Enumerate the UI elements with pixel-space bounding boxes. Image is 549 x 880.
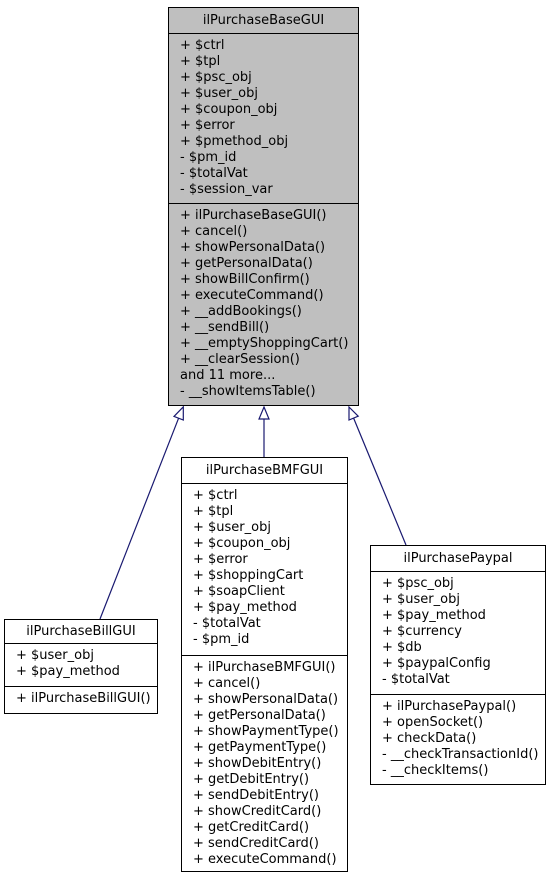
- attribute: + $pmethod_obj: [180, 134, 289, 149]
- attribute: + $pay_method: [193, 600, 297, 615]
- attribute: + $paypalConfig: [382, 656, 491, 671]
- method: - __checkItems(): [382, 763, 489, 778]
- edge-line: [353, 417, 407, 546]
- edge-line: [99, 417, 180, 620]
- attribute: + $soapClient: [193, 584, 285, 599]
- method: + showDebitEntry(): [193, 756, 322, 771]
- class-node-ilpurchasebasegui[interactable]: ilPurchaseBaseGUI + $ctrl + $tpl + $psc_ob…: [168, 7, 359, 406]
- method: + __emptyShoppingCart(): [180, 336, 349, 351]
- attributes-compartment: + $psc_obj + $user_obj + $pay_method + $cur…: [371, 572, 545, 695]
- method: + cancel(): [193, 676, 261, 691]
- method: + __clearSession(): [180, 352, 300, 367]
- attribute: + $ctrl: [193, 488, 238, 503]
- attribute: + $shoppingCart: [193, 568, 304, 583]
- method: + checkData(): [382, 731, 477, 746]
- attribute: - $totalVat: [193, 616, 261, 631]
- attribute: - $pm_id: [193, 632, 250, 647]
- hollow-arrowhead-icon: [258, 405, 270, 420]
- attributes-compartment: + $ctrl + $tpl + $psc_obj + $user_obj + $cou…: [169, 34, 358, 204]
- methods-compartment: + ilPurchaseBaseGUI() + cancel() + showPer…: [169, 204, 358, 405]
- method: + getDebitEntry(): [193, 772, 310, 787]
- method: + getCreditCard(): [193, 820, 310, 835]
- class-name: ilPurchaseBaseGUI: [169, 8, 358, 34]
- method: + showBillConfirm(): [180, 272, 310, 287]
- methods-compartment: + ilPurchaseBillGUI(): [5, 687, 157, 713]
- method: + cancel(): [180, 224, 248, 239]
- attribute: + $pay_method: [16, 664, 120, 679]
- method: + getPaymentType(): [193, 740, 327, 755]
- edge-bmf-to-base: [258, 405, 270, 457]
- method: + sendDebitEntry(): [193, 788, 319, 803]
- method: and 11 more...: [180, 368, 276, 383]
- attribute: + $user_obj: [382, 592, 460, 607]
- class-node-ilpurchasepaypal[interactable]: ilPurchasePaypal + $psc_obj + $user_obj + …: [370, 545, 546, 785]
- method: - __showItemsTable(): [180, 384, 316, 399]
- attribute: + $user_obj: [180, 86, 258, 101]
- class-name: ilPurchasePaypal: [371, 546, 545, 572]
- attributes-compartment: + $user_obj + $pay_method: [5, 644, 157, 687]
- method: + showPaymentType(): [193, 724, 339, 739]
- method: + showCreditCard(): [193, 804, 322, 819]
- method: + executeCommand(): [193, 852, 337, 867]
- attribute: - $totalVat: [382, 672, 450, 687]
- attribute: + $coupon_obj: [180, 102, 278, 117]
- method: + showPersonalData(): [180, 240, 326, 255]
- attribute: + $db: [382, 640, 422, 655]
- attributes-compartment: + $ctrl + $tpl + $user_obj + $coupon_obj + $…: [182, 484, 347, 656]
- attribute: + $tpl: [180, 54, 221, 69]
- attribute: + $psc_obj: [382, 576, 454, 591]
- method: + __sendBill(): [180, 320, 270, 335]
- attribute: - $pm_id: [180, 150, 237, 165]
- attribute: + $user_obj: [16, 648, 94, 663]
- attribute: + $ctrl: [180, 38, 225, 53]
- method: - __checkTransactionId(): [382, 747, 539, 762]
- class-node-ilpurchasebillgui[interactable]: ilPurchaseBillGUI + $user_obj + $pay_meth…: [4, 619, 158, 714]
- attribute: + $error: [180, 118, 235, 133]
- method: + sendCreditCard(): [193, 836, 319, 851]
- method: + getPersonalData(): [180, 256, 313, 271]
- attribute: + $tpl: [193, 504, 234, 519]
- attribute: + $user_obj: [193, 520, 271, 535]
- attribute: - $session_var: [180, 182, 273, 197]
- methods-compartment: + ilPurchaseBMFGUI() + cancel() + showPers…: [182, 656, 347, 871]
- attribute: + $coupon_obj: [193, 536, 291, 551]
- method: + getPersonalData(): [193, 708, 326, 723]
- class-inheritance-diagram: ilPurchaseBaseGUI + $ctrl + $tpl + $psc_ob…: [0, 0, 549, 880]
- attribute: + $currency: [382, 624, 462, 639]
- class-name: ilPurchaseBMFGUI: [182, 458, 347, 484]
- hollow-arrowhead-icon: [348, 405, 360, 421]
- method: + ilPurchaseBaseGUI(): [180, 208, 327, 223]
- edge-paypal-to-base: [348, 405, 407, 546]
- method: + __addBookings(): [180, 304, 302, 319]
- method: + ilPurchaseBillGUI(): [16, 691, 151, 706]
- attribute: + $error: [193, 552, 248, 567]
- method: + showPersonalData(): [193, 692, 339, 707]
- class-name: ilPurchaseBillGUI: [5, 620, 157, 644]
- attribute: + $psc_obj: [180, 70, 252, 85]
- edge-bill-to-base: [99, 405, 184, 620]
- class-node-ilpurchasebmfgui[interactable]: ilPurchaseBMFGUI + $ctrl + $tpl + $user_ob…: [181, 457, 348, 872]
- method: + openSocket(): [382, 715, 484, 730]
- attribute: + $pay_method: [382, 608, 486, 623]
- attribute: - $totalVat: [180, 166, 248, 181]
- method: + ilPurchasePaypal(): [382, 699, 517, 714]
- method: + executeCommand(): [180, 288, 324, 303]
- method: + ilPurchaseBMFGUI(): [193, 660, 336, 675]
- methods-compartment: + ilPurchasePaypal() + openSocket() + chec…: [371, 695, 545, 784]
- hollow-arrowhead-icon: [172, 405, 184, 421]
